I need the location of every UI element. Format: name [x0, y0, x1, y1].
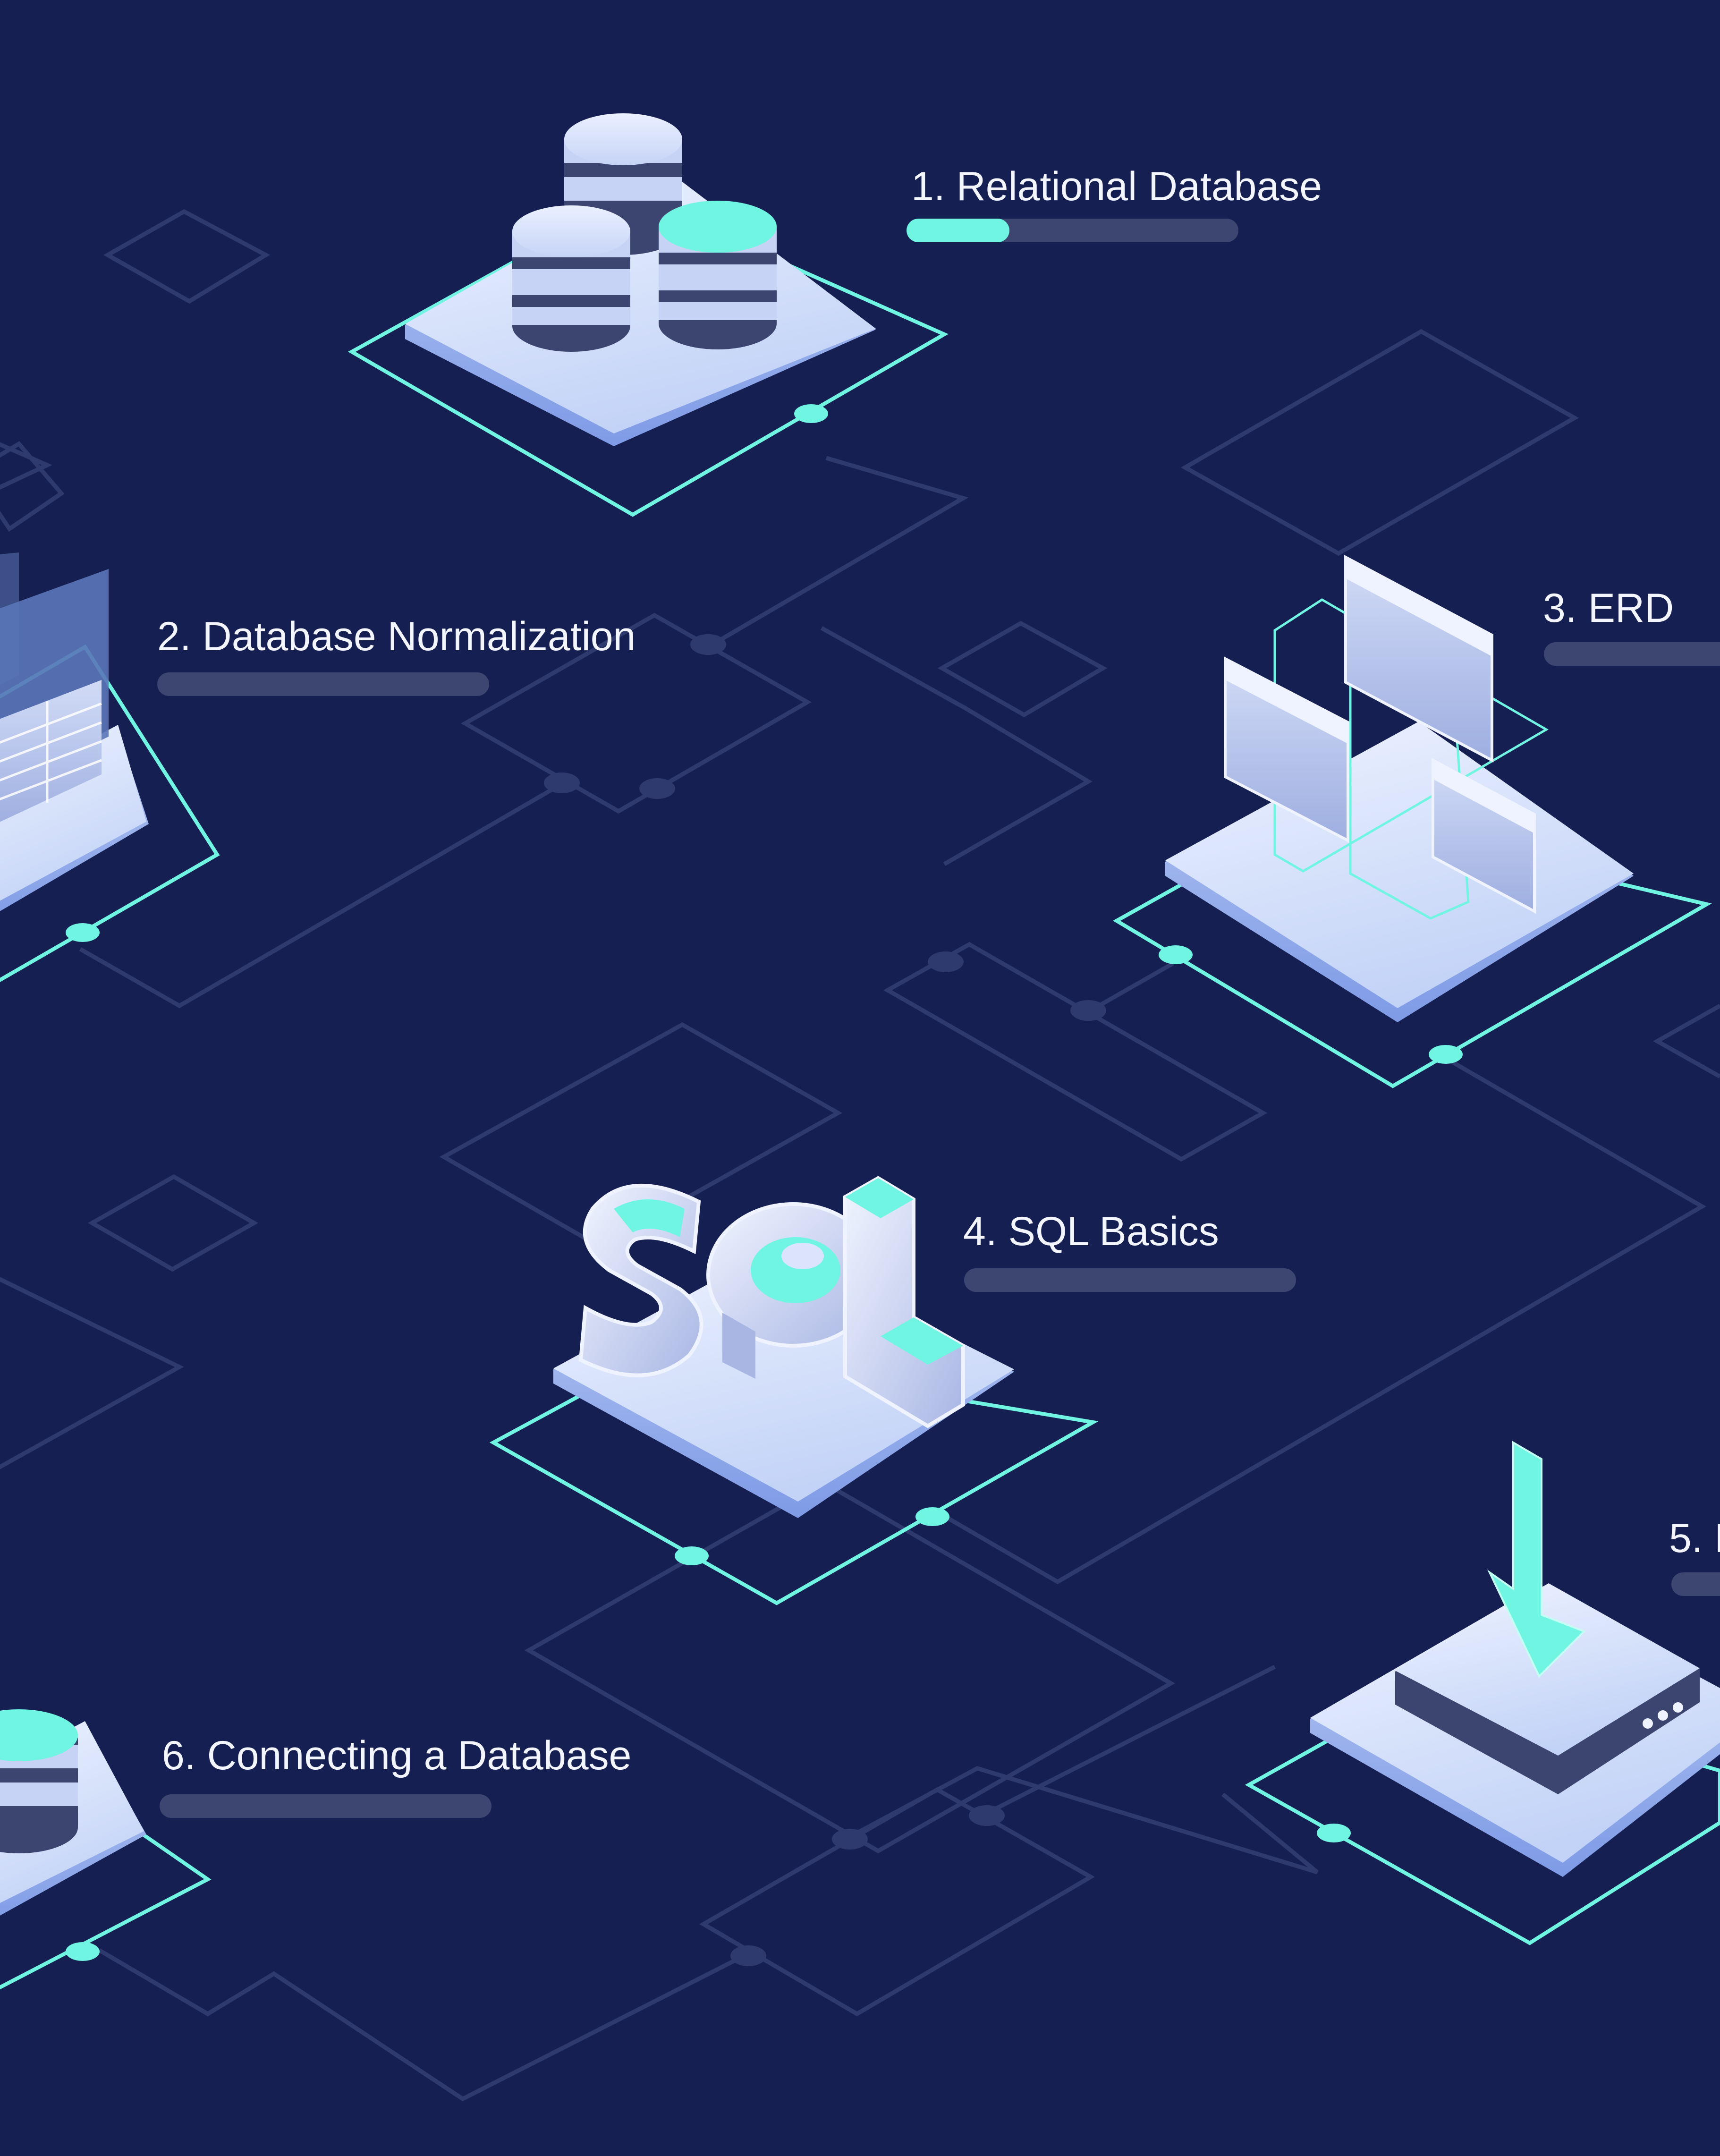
progress-bar-sql-basics: [964, 1268, 1296, 1292]
progress-bar-database-normalization: [157, 672, 489, 696]
module-title-sql-basics[interactable]: 4. SQL Basics: [963, 1211, 1219, 1252]
connector-node: [794, 404, 828, 423]
progress-bar-5: [1671, 1572, 1720, 1596]
progress-fill: [907, 219, 1009, 242]
module-title-relational-database[interactable]: 1. Relational Database: [911, 166, 1322, 207]
module-title-5[interactable]: 5. I: [1669, 1518, 1720, 1559]
connector-node: [1317, 1824, 1351, 1842]
progress-bar-erd: [1544, 642, 1720, 666]
connector-node: [915, 1507, 949, 1526]
platform-erd: [1113, 721, 1712, 1088]
connector-node: [66, 1942, 100, 1961]
progress-bar-relational-database: [907, 219, 1238, 242]
progress-bar-connecting-database: [160, 1794, 491, 1818]
database-icon: [0, 1709, 78, 1853]
learning-path-diagram: [0, 113, 1720, 2102]
connector-node: [1159, 945, 1193, 964]
module-title-erd[interactable]: 3. ERD: [1543, 588, 1674, 628]
connector-node: [675, 1546, 709, 1565]
module-title-connecting-database[interactable]: 6. Connecting a Database: [162, 1735, 631, 1776]
connector-node: [1429, 1045, 1463, 1064]
connector-node: [66, 923, 100, 942]
module-title-database-normalization[interactable]: 2. Database Normalization: [157, 616, 635, 657]
